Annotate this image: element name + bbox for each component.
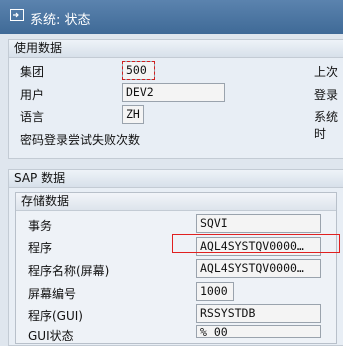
screen-number-field[interactable]: 1000 xyxy=(196,282,234,301)
user-label: 用户 xyxy=(20,88,45,102)
screen-number-label: 屏幕编号 xyxy=(28,287,77,301)
program-gui-field[interactable]: RSSYSTDB xyxy=(196,304,321,323)
language-field[interactable]: ZH xyxy=(122,105,144,124)
gui-status-label: GUI状态 xyxy=(28,329,74,343)
language-label: 语言 xyxy=(20,110,45,124)
gui-status-field[interactable]: %_00 xyxy=(196,325,321,338)
program-gui-label: 程序(GUI) xyxy=(28,309,83,323)
program-screen-label: 程序名称(屏幕) xyxy=(28,264,110,278)
transaction-field[interactable]: SQVI xyxy=(196,214,321,233)
last-login-label: 上次 xyxy=(314,65,339,79)
title-bar: 系统: 状态 xyxy=(0,0,343,34)
transaction-label: 事务 xyxy=(28,219,53,233)
program-label: 程序 xyxy=(28,241,53,255)
window-title: 系统: 状态 xyxy=(30,13,91,28)
system-time-label: 系统时 xyxy=(314,110,339,141)
program-highlight-box xyxy=(172,234,340,253)
failed-logins-label: 密码登录尝试失败次数 xyxy=(20,133,141,147)
client-label: 集团 xyxy=(20,65,45,79)
user-field[interactable]: DEV2 xyxy=(122,83,225,102)
client-field[interactable]: 500 xyxy=(122,61,155,80)
stored-data-header: 存储数据 xyxy=(16,193,336,211)
program-screen-field[interactable]: AQL4SYSTQV0000… xyxy=(196,259,321,278)
sap-section-header: SAP 数据 xyxy=(9,170,343,188)
usage-section-header: 使用数据 xyxy=(9,40,343,58)
login-label: 登录 xyxy=(314,88,339,102)
window-status-icon xyxy=(10,9,24,21)
